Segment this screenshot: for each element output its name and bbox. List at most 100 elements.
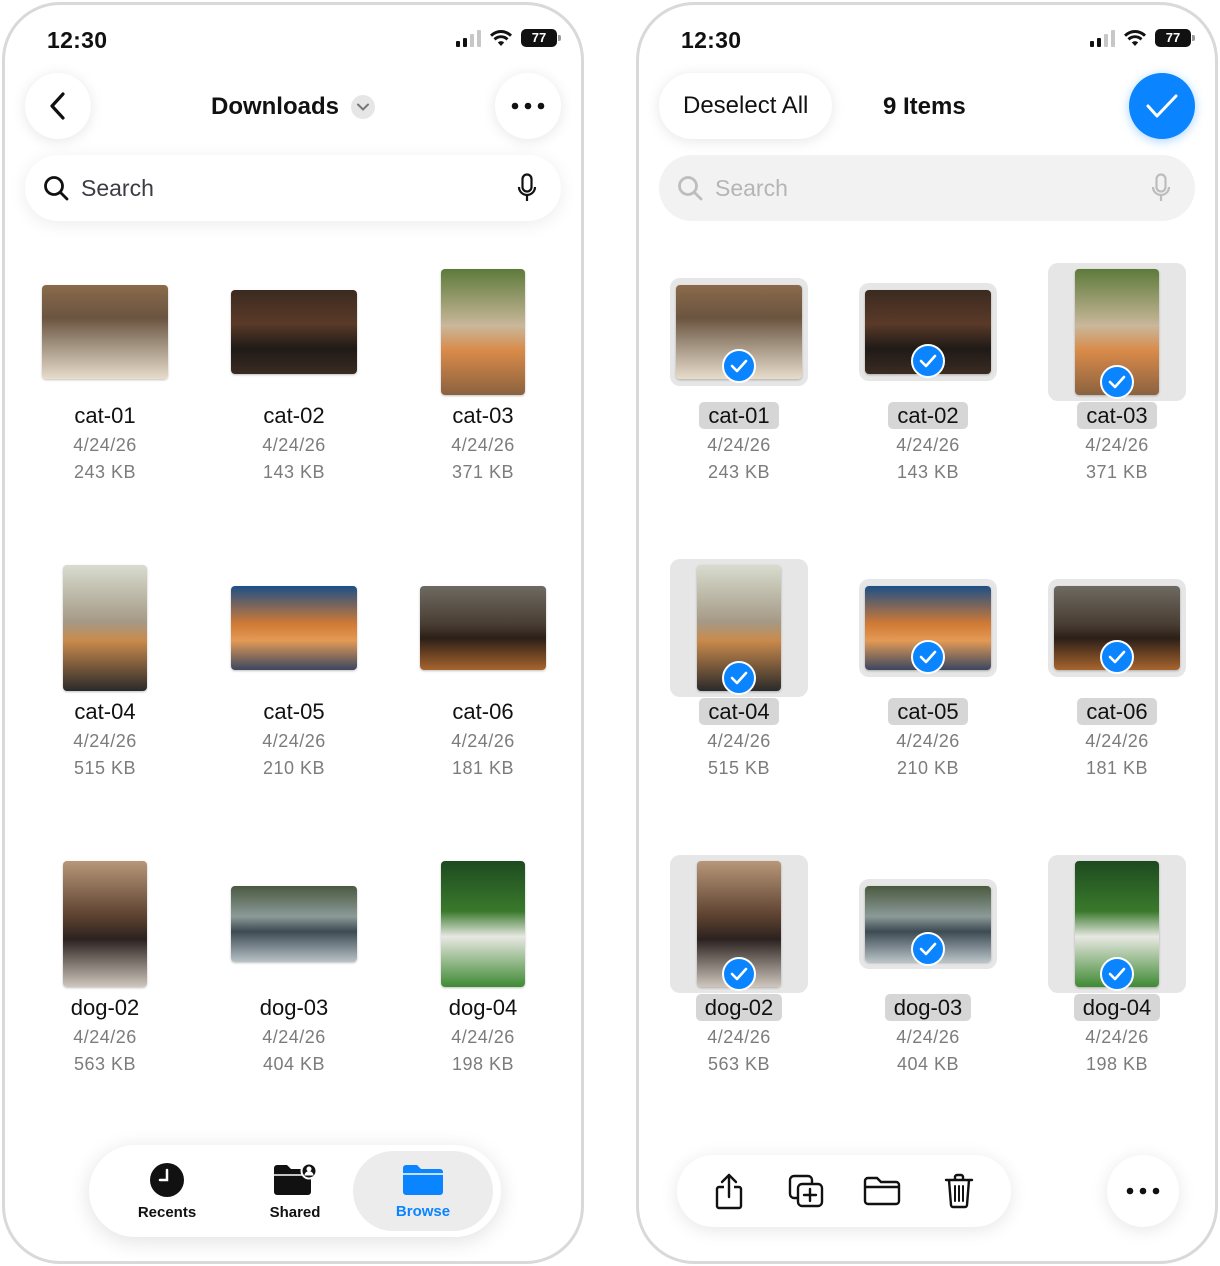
phone-browse-view: 12:30 77 Downloads Search cat-01 4/24/26 2… [2, 2, 584, 1264]
delete-button[interactable] [931, 1163, 987, 1219]
file-date: 4/24/26 [73, 435, 137, 455]
file-name: cat-02 [204, 403, 384, 429]
file-date: 4/24/26 [73, 1027, 137, 1047]
microphone-icon[interactable] [1151, 173, 1171, 203]
file-item[interactable]: dog-04 4/24/26 198 KB [1027, 855, 1207, 1079]
file-item[interactable]: dog-04 4/24/26 198 KB [393, 855, 573, 1079]
file-name: cat-04 [15, 699, 195, 725]
selected-checkmark-icon [911, 344, 945, 378]
file-size: 563 KB [73, 1054, 137, 1074]
chevron-down-icon [351, 95, 375, 119]
ellipsis-icon [1126, 1187, 1160, 1195]
file-date: 4/24/26 [451, 1027, 515, 1047]
file-name: dog-02 [649, 994, 829, 1021]
clock-icon [150, 1162, 184, 1197]
file-item[interactable]: cat-02 4/24/26 143 KB [204, 263, 384, 487]
file-date: 4/24/26 [896, 435, 960, 455]
thumbnail-frame [36, 559, 174, 697]
photo-thumbnail [441, 861, 525, 987]
photo-thumbnail [63, 861, 147, 987]
tab-label: Browse [395, 1202, 451, 1220]
file-item[interactable]: dog-03 4/24/26 404 KB [838, 855, 1018, 1079]
file-name: dog-03 [204, 995, 384, 1021]
file-date: 4/24/26 [1085, 435, 1149, 455]
file-item[interactable]: dog-02 4/24/26 563 KB [15, 855, 195, 1079]
selected-checkmark-icon [722, 349, 756, 383]
file-name: dog-02 [15, 995, 195, 1021]
file-item[interactable]: cat-04 4/24/26 515 KB [649, 559, 829, 783]
photo-thumbnail [441, 269, 525, 395]
more-options-button[interactable] [495, 73, 561, 139]
file-item[interactable]: dog-02 4/24/26 563 KB [649, 855, 829, 1079]
file-name-text: cat-02 [888, 402, 968, 429]
thumbnail-frame [225, 855, 363, 993]
file-size: 210 KB [896, 758, 960, 778]
file-item[interactable]: cat-06 4/24/26 181 KB [393, 559, 573, 783]
file-name-text: cat-02 [263, 403, 325, 428]
file-name-text: cat-05 [888, 698, 968, 725]
selected-count: 9 Items [883, 93, 966, 120]
photo-thumbnail [420, 586, 546, 670]
search-icon [44, 176, 69, 201]
file-item[interactable]: cat-01 4/24/26 243 KB [15, 263, 195, 487]
file-item[interactable]: cat-03 4/24/26 371 KB [1027, 263, 1207, 487]
search-icon [678, 176, 703, 201]
photo-thumbnail [63, 565, 147, 691]
move-button[interactable] [854, 1163, 910, 1219]
ellipsis-icon [511, 102, 545, 110]
search-field[interactable]: Search [659, 155, 1195, 221]
selected-checkmark-icon [722, 661, 756, 695]
file-name-text: dog-04 [1073, 994, 1161, 1021]
file-item[interactable]: cat-01 4/24/26 243 KB [649, 263, 829, 487]
shared-folder-icon [274, 1162, 318, 1195]
status-time: 12:30 [47, 27, 108, 53]
selected-checkmark-icon [1100, 365, 1134, 399]
search-field[interactable]: Search [25, 155, 561, 221]
share-button[interactable] [701, 1163, 757, 1219]
file-name: dog-03 [838, 994, 1018, 1021]
file-size: 404 KB [262, 1054, 326, 1074]
file-size: 181 KB [1085, 758, 1149, 778]
file-name: dog-04 [393, 995, 573, 1021]
file-item[interactable]: cat-05 4/24/26 210 KB [838, 559, 1018, 783]
file-item[interactable]: cat-05 4/24/26 210 KB [204, 559, 384, 783]
duplicate-button[interactable] [778, 1163, 834, 1219]
file-item[interactable]: cat-02 4/24/26 143 KB [838, 263, 1018, 487]
file-name-text: dog-02 [695, 994, 783, 1021]
file-item[interactable]: dog-03 4/24/26 404 KB [204, 855, 384, 1079]
share-icon [716, 1173, 743, 1210]
battery-indicator: 77 [521, 29, 561, 47]
more-options-button[interactable] [1107, 1155, 1179, 1227]
file-item[interactable]: cat-06 4/24/26 181 KB [1027, 559, 1207, 783]
file-name: cat-05 [204, 699, 384, 725]
tab-label: Shared [269, 1203, 321, 1221]
cellular-signal-icon [456, 29, 481, 47]
file-name: cat-01 [649, 402, 829, 429]
thumbnail-frame [414, 263, 552, 401]
microphone-icon[interactable] [517, 173, 537, 203]
file-date: 4/24/26 [451, 731, 515, 751]
tab-browse[interactable]: Browse [353, 1151, 493, 1231]
folder-icon [864, 1176, 901, 1206]
file-date: 4/24/26 [896, 1027, 960, 1047]
tab-shared[interactable]: Shared [225, 1151, 365, 1231]
file-name-text: cat-03 [1077, 402, 1157, 429]
file-name: cat-01 [15, 403, 195, 429]
file-name-text: cat-05 [263, 699, 325, 724]
selected-checkmark-icon [1100, 957, 1134, 991]
thumbnail-frame [414, 855, 552, 993]
wifi-icon [1124, 30, 1146, 46]
file-date: 4/24/26 [262, 731, 326, 751]
file-size: 563 KB [707, 1054, 771, 1074]
done-button[interactable] [1129, 73, 1195, 139]
page-title: Downloads [210, 93, 339, 120]
thumbnail-frame [36, 263, 174, 401]
file-name-text: cat-03 [452, 403, 514, 428]
deselect-all-button[interactable]: Deselect All [659, 73, 833, 139]
file-item[interactable]: cat-03 4/24/26 371 KB [393, 263, 573, 487]
file-item[interactable]: cat-04 4/24/26 515 KB [15, 559, 195, 783]
tab-recents[interactable]: Recents [97, 1151, 237, 1231]
checkmark-icon [1146, 94, 1178, 118]
file-name-text: dog-03 [259, 995, 329, 1020]
thumbnail-frame [225, 559, 363, 697]
